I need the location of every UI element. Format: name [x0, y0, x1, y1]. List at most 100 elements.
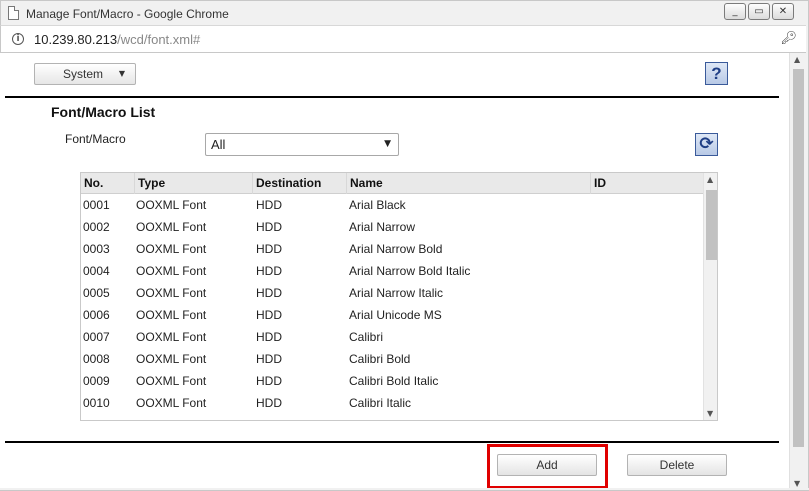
table-scrollbar[interactable]: ▲ ▼ [703, 173, 717, 420]
cell-destination: HDD [256, 198, 282, 212]
refresh-icon[interactable]: ⟳ [695, 133, 718, 156]
add-button[interactable]: Add [497, 454, 597, 476]
table-row[interactable]: 0004 OOXML Font HDD Arial Narrow Bold Itali… [81, 260, 703, 282]
cell-name: Calibri Bold Italic [349, 374, 439, 388]
chevron-down-icon: ▼ [118, 69, 125, 78]
cell-type: OOXML Font [136, 264, 207, 278]
cell-destination: HDD [256, 330, 282, 344]
cell-id [591, 304, 703, 326]
window-controls: _ ▭ ✕ [724, 3, 794, 20]
help-icon[interactable]: ? [705, 62, 728, 85]
table-row[interactable]: 0002 OOXML Font HDD Arial Narrow [81, 216, 703, 238]
info-icon[interactable]: i [12, 33, 24, 45]
minimize-button[interactable]: _ [724, 3, 746, 20]
scroll-up-icon[interactable]: ▲ [707, 175, 713, 184]
table-row[interactable]: 0001 OOXML Font HDD Arial Black [81, 194, 703, 216]
table-header: No. Type Destination Name ID [81, 173, 703, 194]
scroll-down-icon[interactable]: ▼ [707, 409, 713, 418]
system-menu-button[interactable]: System ▼ [34, 63, 136, 85]
cell-destination: HDD [256, 374, 282, 388]
cell-type: OOXML Font [136, 308, 207, 322]
cell-type: OOXML Font [136, 352, 207, 366]
table-row[interactable]: 0011OOXML FontHDDCalibri Light [81, 414, 703, 420]
restore-button[interactable]: ▭ [748, 3, 770, 20]
cell-id [591, 238, 703, 260]
close-button[interactable]: ✕ [772, 3, 794, 20]
cell-no: 0005 [83, 286, 110, 300]
cell-id [591, 348, 703, 370]
table-row[interactable]: 0007 OOXML Font HDD Calibri [81, 326, 703, 348]
url[interactable]: 10.239.80.213/wcd/font.xml# [34, 32, 200, 47]
section-title: Font/Macro List [51, 104, 156, 120]
table-body: 0001 OOXML Font HDD Arial Black 0002 OOXML Fo… [81, 194, 703, 420]
cell-name: Arial Narrow [349, 220, 416, 234]
cell-id [591, 414, 703, 420]
cell-type: OOXML Font [136, 198, 207, 212]
column-header-type[interactable]: Type [135, 173, 253, 194]
divider [5, 441, 779, 443]
filter-label: Font/Macro [65, 132, 126, 146]
address-bar[interactable]: i 10.239.80.213/wcd/font.xml# 🔑︎ [0, 25, 809, 53]
font-macro-table: No. Type Destination Name ID 0001 OOXML F… [80, 172, 718, 421]
cell-destination: HDD [256, 286, 282, 300]
scroll-up-icon[interactable]: ▲ [794, 55, 800, 64]
cell-destination: HDD [256, 308, 282, 322]
cell-id [591, 216, 703, 238]
cell-id [591, 392, 703, 414]
table-row[interactable]: 0003 OOXML Font HDD Arial Narrow Bold [81, 238, 703, 260]
cell-no: 0003 [83, 242, 110, 256]
cell-no: 0010 [83, 396, 110, 410]
window-title: Manage Font/Macro - Google Chrome [26, 7, 229, 21]
window-titlebar: Manage Font/Macro - Google Chrome _ ▭ ✕ [0, 0, 809, 25]
cell-id [591, 326, 703, 348]
table-scroll-thumb[interactable] [706, 190, 717, 260]
cell-no: 0006 [83, 308, 110, 322]
cell-name: Calibri Bold [349, 352, 411, 366]
cell-destination: HDD [256, 220, 282, 234]
cell-name: Calibri Light [347, 414, 591, 420]
column-header-no[interactable]: No. [81, 173, 135, 194]
page-icon [8, 6, 19, 20]
cell-name: Arial Black [349, 198, 406, 212]
cell-id [591, 282, 703, 304]
cell-destination: HDD [256, 264, 282, 278]
cell-destination: HDD [256, 396, 282, 410]
cell-id [591, 370, 703, 392]
cell-type: OOXML Font [134, 414, 252, 420]
url-host: 10.239.80.213 [34, 32, 118, 47]
column-header-id[interactable]: ID [591, 173, 703, 194]
system-menu-label: System [63, 67, 104, 81]
page-scroll-thumb[interactable] [793, 69, 804, 447]
table-row[interactable]: 0006 OOXML Font HDD Arial Unicode MS [81, 304, 703, 326]
page-scrollbar[interactable]: ▲ ▼ [789, 53, 806, 490]
cell-type: OOXML Font [136, 220, 207, 234]
cell-no: 0011 [81, 414, 135, 420]
table-row[interactable]: 0005 OOXML Font HDD Arial Narrow Italic [81, 282, 703, 304]
table-row[interactable]: 0010 OOXML Font HDD Calibri Italic [81, 392, 703, 414]
cell-name: Arial Narrow Bold Italic [349, 264, 471, 278]
cell-id [591, 194, 703, 216]
table-row[interactable]: 0008 OOXML Font HDD Calibri Bold [81, 348, 703, 370]
column-header-name[interactable]: Name [347, 173, 591, 194]
cell-type: OOXML Font [136, 330, 207, 344]
cell-name: Arial Narrow Bold [349, 242, 443, 256]
cell-no: 0009 [83, 374, 110, 388]
cell-type: OOXML Font [136, 396, 207, 410]
cell-name: Arial Narrow Italic [349, 286, 444, 300]
font-macro-select-value: All [211, 137, 226, 152]
font-macro-select[interactable]: All ▼ [205, 133, 399, 156]
cell-type: OOXML Font [136, 286, 207, 300]
chevron-down-icon: ▼ [384, 139, 391, 149]
table-row[interactable]: 0009 OOXML Font HDD Calibri Bold Italic [81, 370, 703, 392]
divider [5, 96, 779, 98]
cell-type: OOXML Font [136, 242, 207, 256]
cell-destination: HDD [254, 414, 348, 420]
cell-no: 0008 [83, 352, 110, 366]
scroll-down-icon[interactable]: ▼ [794, 479, 800, 488]
key-icon[interactable]: 🔑︎ [780, 31, 797, 46]
cell-name: Calibri Italic [349, 396, 412, 410]
delete-button[interactable]: Delete [627, 454, 727, 476]
cell-no: 0002 [83, 220, 110, 234]
cell-destination: HDD [256, 242, 282, 256]
column-header-destination[interactable]: Destination [253, 173, 347, 194]
